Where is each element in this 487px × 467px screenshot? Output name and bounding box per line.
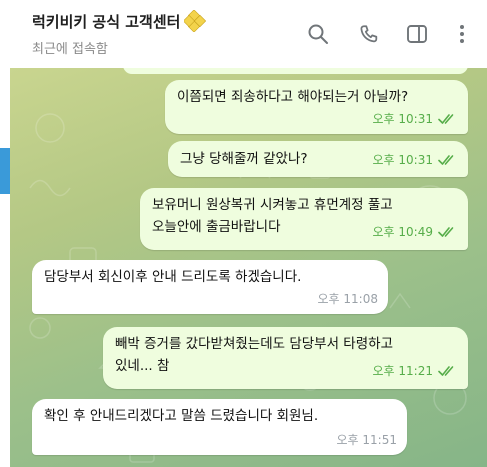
message-text-line: 빼박 증거를 갔다받쳐줬는데도 담당부서 타령하고	[115, 336, 393, 352]
message-meta: 오후 10:31	[373, 108, 458, 130]
double-check-icon	[438, 227, 454, 237]
message-meta: 오후 11:21	[373, 360, 458, 382]
message-meta: 오후 11:51	[337, 429, 397, 451]
message-bubble-outgoing[interactable]: 그냥 당해줄꺼 같았나? 오후 10:31	[168, 141, 468, 177]
message-bubble-outgoing[interactable]: 빼박 증거를 갔다받쳐줬는데도 담당부서 타령하고 있네... 참 오후 11:…	[103, 327, 468, 389]
message-time: 오후 11:08	[317, 292, 378, 306]
search-icon[interactable]	[306, 22, 330, 46]
message-bubble-outgoing[interactable]: 보유머니 원상복귀 시켜놓고 휴먼계정 풀고 오늘안에 출금바랍니다 오후 10…	[140, 188, 468, 250]
message-bubble-incoming[interactable]: 확인 후 안내드리겠다고 말씀 드렸습니다 회원님. 오후 11:51	[32, 399, 407, 455]
chat-status: 최근에 접속함	[32, 42, 108, 57]
message-time: 오후 11:51	[336, 433, 397, 447]
message-bubble-outgoing[interactable]: 이쯤되면 죄송하다고 해야되는거 아닐까? 오후 10:31	[165, 80, 468, 134]
left-panel-edge	[0, 68, 10, 467]
chat-window: 럭키비키 공식 고객센터 최근에 접속함 이쯤되면 죄송하다고 해야되는거 아닐…	[0, 0, 487, 467]
message-text: 담당부서 회신이후 안내 드리도록 하겠습니다.	[44, 269, 302, 285]
chat-header: 럭키비키 공식 고객센터 최근에 접속함	[0, 0, 487, 68]
double-check-icon	[438, 155, 454, 165]
double-check-icon	[438, 114, 454, 124]
chat-title-row[interactable]: 럭키비키 공식 고객센터	[32, 10, 207, 32]
message-time: 오후 10:49	[372, 225, 433, 239]
message-bubble-incoming[interactable]: 담당부서 회신이후 안내 드리도록 하겠습니다. 오후 11:08	[32, 260, 388, 314]
double-check-icon	[438, 366, 454, 376]
message-list[interactable]: 이쯤되면 죄송하다고 해야되는거 아닐까? 오후 10:31 그냥 당해줄꺼 같…	[10, 68, 487, 467]
verified-badge-icon	[184, 10, 207, 32]
message-meta: 오후 10:49	[373, 221, 458, 243]
message-time: 오후 10:31	[372, 153, 433, 167]
message-time: 오후 10:31	[372, 112, 433, 126]
left-panel-accent	[0, 148, 10, 194]
previous-message-edge	[123, 68, 468, 74]
phone-icon[interactable]	[357, 22, 381, 46]
message-meta: 오후 10:31	[373, 149, 458, 171]
more-vertical-icon[interactable]	[450, 22, 474, 46]
message-text-line: 보유머니 원상복귀 시켜놓고 휴먼계정 풀고	[152, 197, 393, 213]
chat-title: 럭키비키 공식 고객센터	[32, 12, 181, 31]
message-time: 오후 11:21	[372, 364, 433, 378]
sidebar-toggle-icon[interactable]	[405, 22, 429, 46]
message-meta: 오후 11:08	[318, 288, 378, 310]
message-text: 이쯤되면 죄송하다고 해야되는거 아닐까?	[177, 89, 409, 105]
message-text: 확인 후 안내드리겠다고 말씀 드렸습니다 회원님.	[44, 408, 319, 424]
